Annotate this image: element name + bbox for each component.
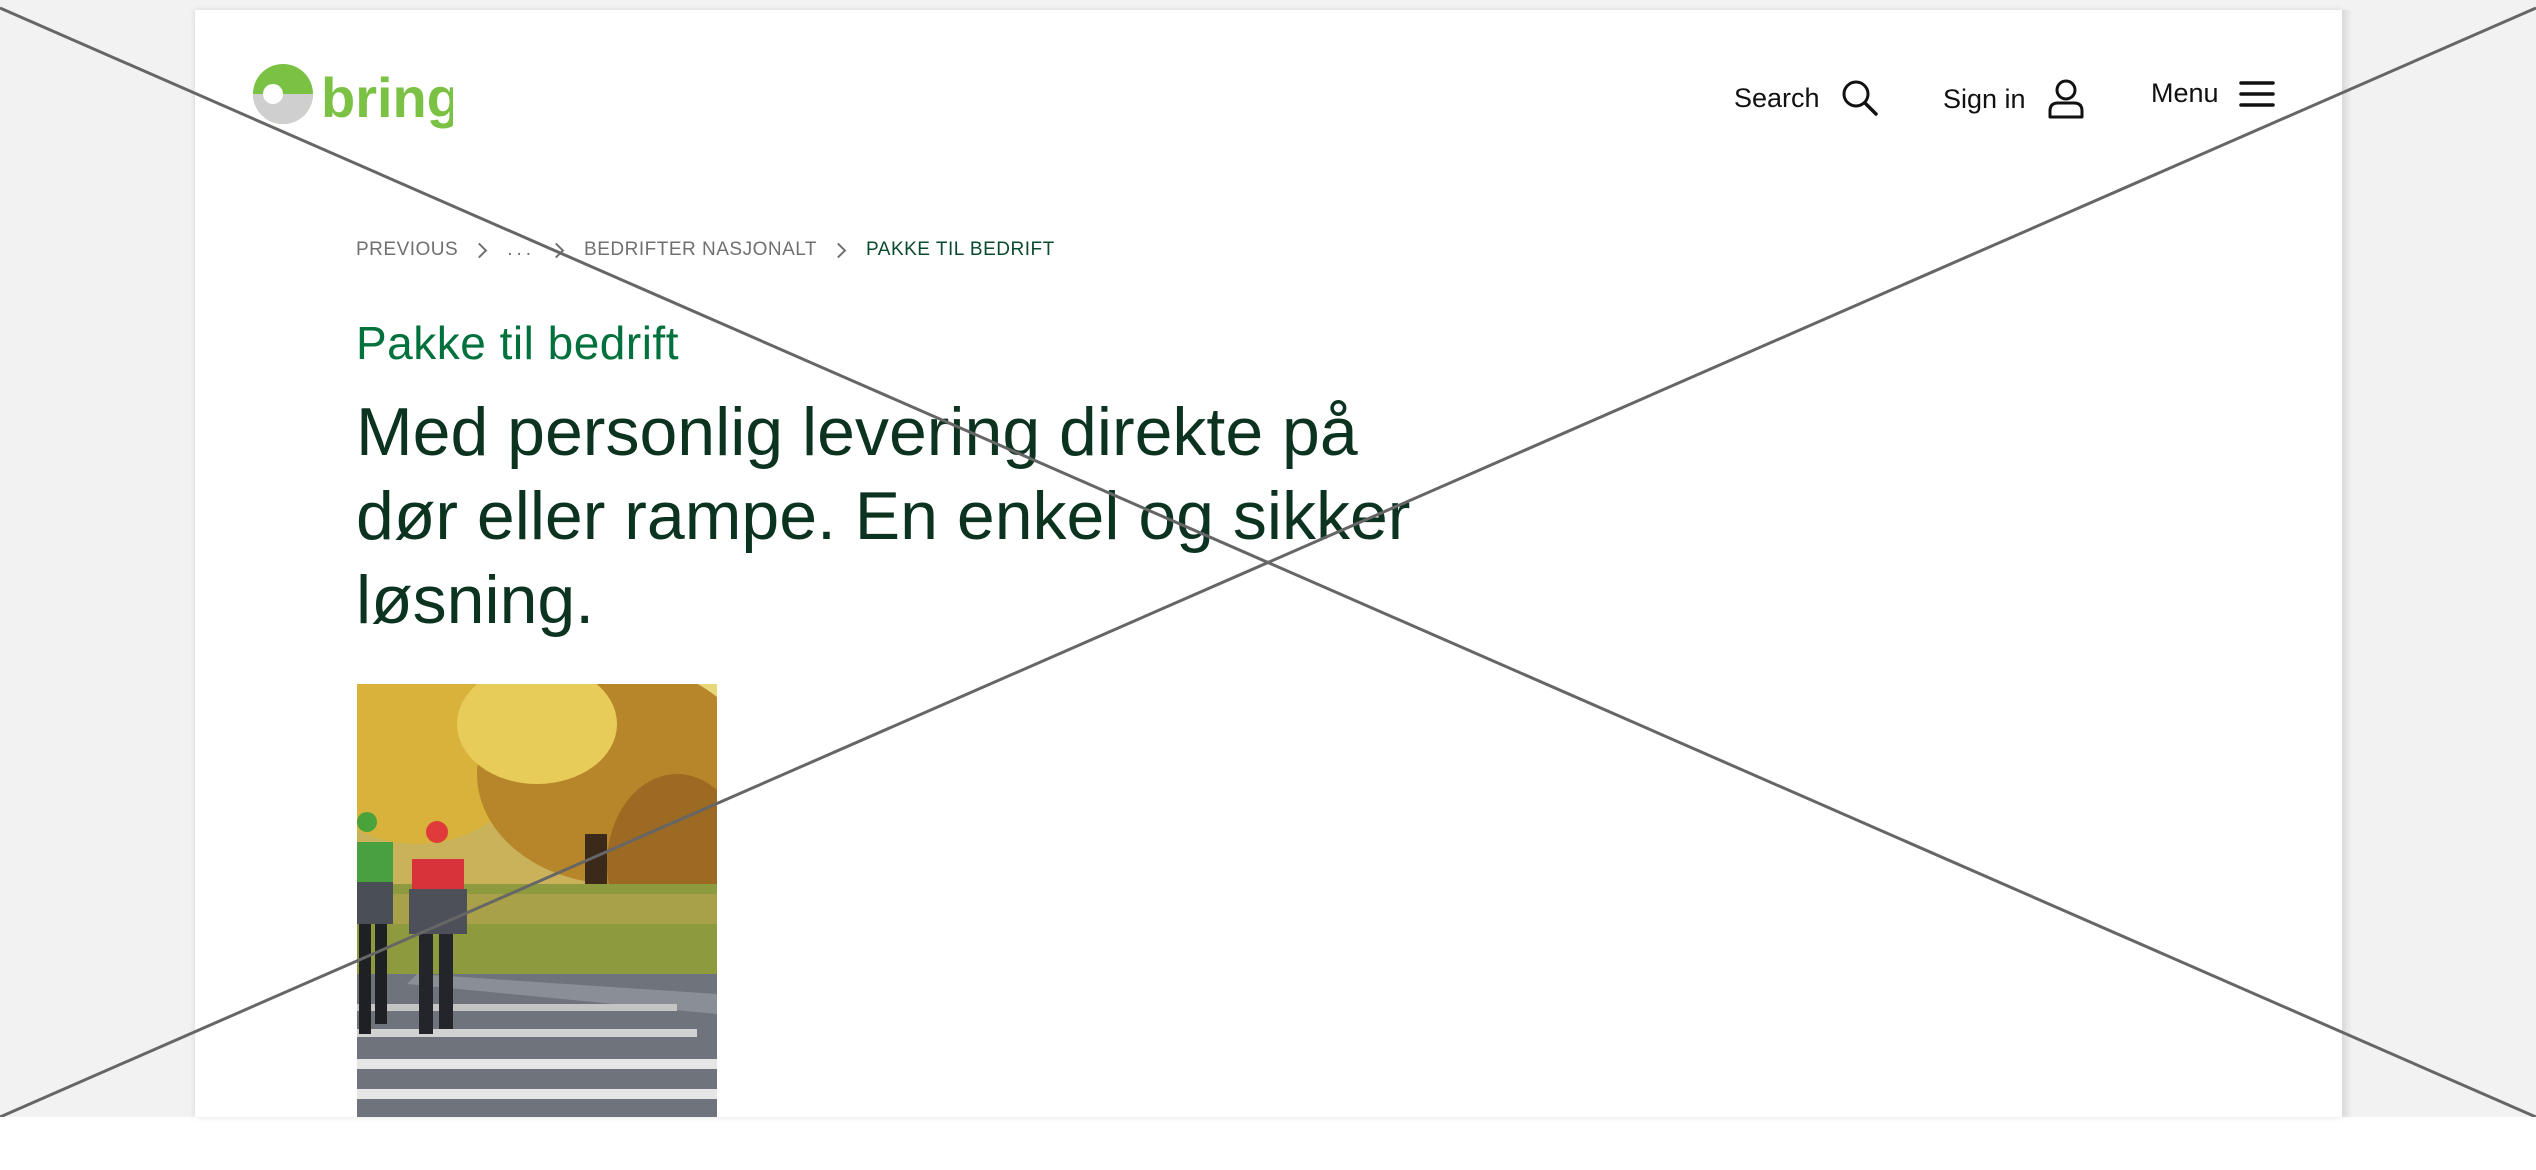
breadcrumb: PREVIOUS ... BEDRIFTER NASJONALT PAKKE T… (356, 239, 1055, 261)
breadcrumb-previous[interactable]: PREVIOUS (356, 239, 458, 261)
page-eyebrow-title: Pakke til bedrift (356, 317, 679, 369)
page-container: bring Search Sign in Menu PREVIOUS ... B… (195, 10, 2342, 1117)
menu-label: Menu (2151, 78, 2219, 108)
user-icon (2046, 78, 2086, 120)
chevron-right-icon (471, 242, 488, 258)
hamburger-menu-icon (2238, 79, 2275, 109)
search-icon (1840, 78, 1880, 118)
chevron-right-icon (830, 242, 847, 258)
search-button[interactable]: Search (1734, 78, 1880, 118)
logo-wordmark: bring (321, 66, 453, 129)
breadcrumb-ellipsis[interactable]: ... (507, 239, 535, 261)
menu-button[interactable]: Menu (2151, 78, 2275, 109)
breadcrumb-bedrifter-nasjonalt[interactable]: BEDRIFTER NASJONALT (584, 239, 817, 261)
page-lead-text: Med personlig levering direkte på dør el… (356, 394, 1411, 638)
page-edge-shadow (2342, 10, 2352, 1117)
chevron-right-icon (548, 242, 565, 258)
breadcrumb-current: PAKKE TIL BEDRIFT (866, 239, 1055, 260)
hero-photo-couriers (357, 684, 717, 1117)
search-label: Search (1734, 82, 1820, 113)
sign-in-label: Sign in (1943, 83, 2026, 114)
sign-in-button[interactable]: Sign in (1943, 78, 2086, 120)
bring-logo[interactable]: bring (253, 60, 453, 134)
